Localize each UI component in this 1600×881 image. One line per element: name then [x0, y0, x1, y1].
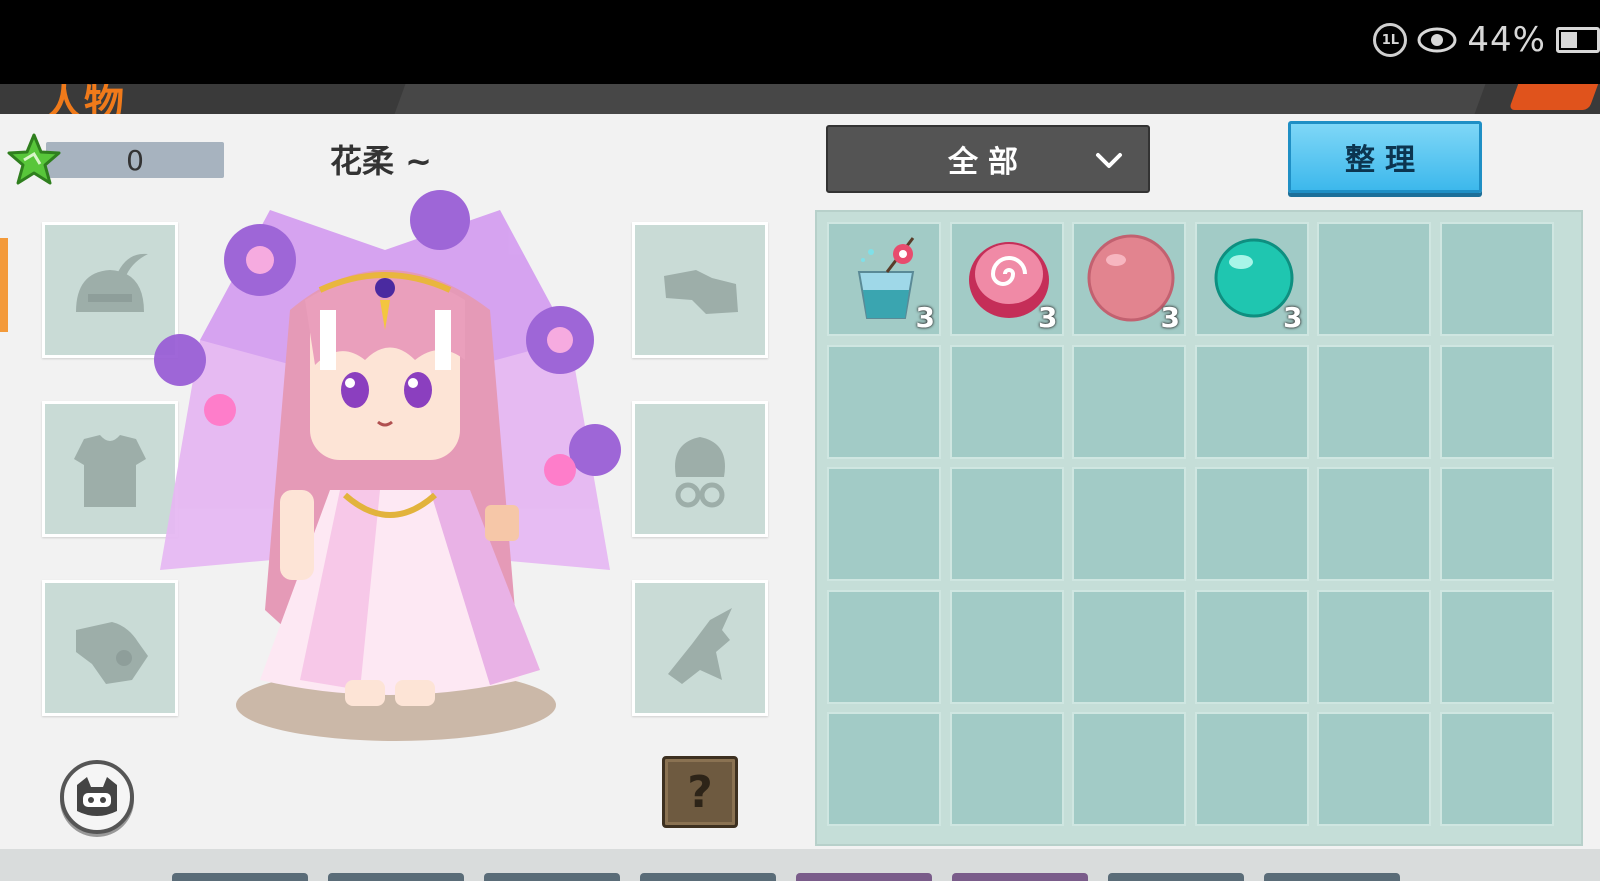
inventory-slot[interactable]	[827, 712, 941, 826]
inventory-slot[interactable]	[827, 344, 941, 459]
chevron-down-icon	[1096, 153, 1122, 168]
item-quantity: 3	[1160, 301, 1180, 334]
inventory-slot[interactable]	[949, 712, 1064, 826]
category-dropdown[interactable]: 全部	[826, 125, 1150, 193]
bottom-tab-6[interactable]	[952, 873, 1088, 881]
inventory-slot[interactable]	[1439, 589, 1554, 704]
side-tab-indicator[interactable]	[0, 238, 8, 332]
character-avatar	[154, 190, 621, 741]
equip-slot-accessory[interactable]	[632, 401, 768, 537]
inventory-slot[interactable]	[1439, 344, 1554, 459]
close-button[interactable]	[1508, 84, 1600, 110]
bottom-tab-8[interactable]	[1264, 873, 1400, 881]
inventory-slot[interactable]	[949, 467, 1064, 581]
inventory-slot[interactable]	[1317, 589, 1431, 704]
inventory-slot[interactable]	[1317, 467, 1431, 581]
inventory-slot[interactable]	[1194, 344, 1309, 459]
inventory-slot[interactable]	[1439, 712, 1554, 826]
star-icon	[7, 133, 61, 185]
inventory-slot[interactable]	[949, 344, 1064, 459]
mount-icon	[668, 608, 732, 684]
bottom-tab-5[interactable]	[796, 873, 932, 881]
inventory-slot[interactable]	[1439, 222, 1554, 336]
status-bar: 1L 44%	[0, 0, 1600, 84]
inventory-slot[interactable]	[1194, 712, 1309, 826]
inventory-slot[interactable]	[1072, 344, 1186, 459]
cat-face-icon	[77, 777, 117, 816]
header-strip: 人物	[0, 84, 1600, 114]
inventory-slot[interactable]: 3	[949, 222, 1064, 336]
eye-icon	[1417, 27, 1457, 53]
sort-button[interactable]: 整理	[1288, 121, 1482, 193]
boots-icon	[664, 270, 738, 314]
avatar-button[interactable]	[60, 760, 134, 834]
question-mark-icon: ?	[687, 766, 713, 818]
inventory-slot[interactable]	[949, 589, 1064, 704]
battery-percent: 44%	[1467, 20, 1546, 60]
bottom-tab-4[interactable]	[640, 873, 776, 881]
inventory-slot[interactable]	[1317, 344, 1431, 459]
character-name: 花柔 ~	[330, 142, 432, 180]
bottom-tab-2[interactable]	[328, 873, 464, 881]
bottom-tab-7[interactable]	[1108, 873, 1244, 881]
inventory-slot[interactable]	[1072, 589, 1186, 704]
item-quantity: 3	[1283, 301, 1303, 334]
dropdown-selected: 全部	[948, 145, 1028, 180]
inventory-slot[interactable]: 3	[1072, 222, 1186, 336]
inventory-slot[interactable]	[1317, 222, 1431, 336]
equip-slot-mount[interactable]	[632, 580, 768, 716]
inventory-grid: 3 3 3 3	[815, 210, 1583, 846]
item-quantity: 3	[915, 301, 935, 334]
inventory-slot[interactable]	[827, 589, 941, 704]
inventory-slot[interactable]: 3	[827, 222, 941, 336]
inventory-slot[interactable]	[1317, 712, 1431, 826]
bottom-tab-1[interactable]	[172, 873, 308, 881]
inventory-slot[interactable]	[1072, 712, 1186, 826]
inventory-slot[interactable]: 3	[1194, 222, 1309, 336]
page-title: 人物	[44, 84, 124, 114]
bottom-tab-3[interactable]	[484, 873, 620, 881]
sort-button-label: 整理	[1345, 143, 1425, 178]
help-button[interactable]: ?	[662, 756, 738, 828]
inventory-slot[interactable]	[1194, 467, 1309, 581]
battery-icon	[1556, 27, 1600, 53]
inventory-slot[interactable]	[1194, 589, 1309, 704]
inventory-slot[interactable]	[1439, 467, 1554, 581]
inventory-slot[interactable]	[1072, 467, 1186, 581]
equip-slot-boots[interactable]	[632, 222, 768, 358]
signal-icon: 1L	[1373, 23, 1408, 57]
accessory-icon	[675, 437, 725, 508]
item-quantity: 3	[1038, 301, 1058, 334]
star-counter: 0	[46, 142, 224, 178]
inventory-slot[interactable]	[827, 467, 941, 581]
status-icons: 1L 44%	[1373, 18, 1600, 62]
header-stripe	[394, 84, 1486, 114]
